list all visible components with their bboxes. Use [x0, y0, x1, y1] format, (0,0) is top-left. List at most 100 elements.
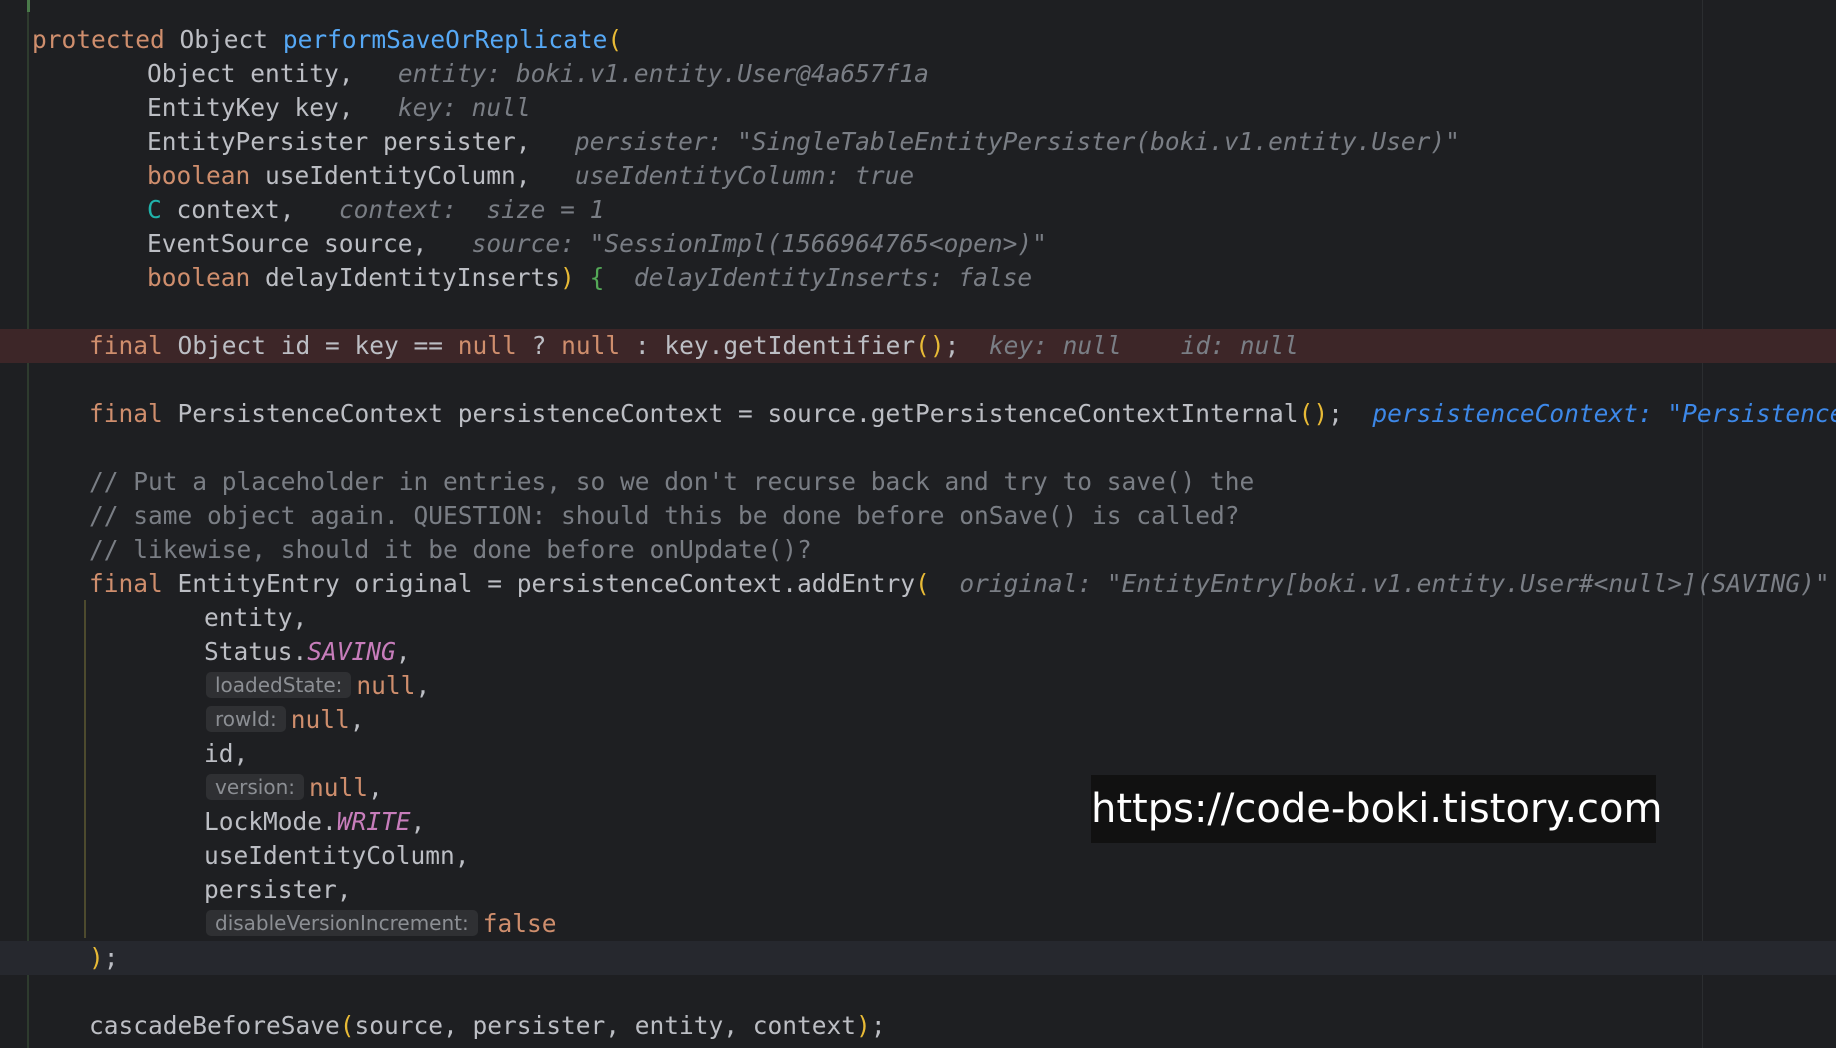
- comma: ,: [349, 705, 365, 734]
- code-comment-line: // same object again. QUESTION: should t…: [89, 501, 1240, 530]
- close-paren: ): [856, 1011, 871, 1040]
- comma: ,: [368, 773, 383, 802]
- code-line-arg-loaded-state[interactable]: loadedState: null,: [0, 669, 1836, 703]
- method-name: performSaveOrReplicate: [282, 25, 608, 54]
- param-name: key,: [294, 93, 354, 122]
- param-type: EventSource: [147, 229, 310, 258]
- param-type: EntityKey: [147, 93, 280, 122]
- code-line-breakpoint[interactable]: final Object id = key == null ? null : k…: [0, 329, 1836, 363]
- code-line-persistence-context[interactable]: final PersistenceContext persistenceCont…: [0, 397, 1836, 431]
- param-name: source,: [324, 229, 428, 258]
- semicolon: ;: [1328, 399, 1343, 428]
- code-line-arg-use-identity[interactable]: useIdentityColumn,: [0, 839, 1836, 873]
- keyword-false: false: [482, 909, 557, 938]
- keyword-protected: protected: [32, 25, 165, 54]
- comma: ,: [395, 637, 411, 666]
- debug-value-hint: id: null: [1180, 331, 1299, 360]
- keyword-null: null: [290, 705, 350, 734]
- enum-constant: WRITE: [336, 807, 411, 836]
- call-parens: (): [1298, 399, 1329, 428]
- debug-value-hint: persister: "SingleTableEntityPersister(b…: [574, 127, 1460, 156]
- param-type: Object: [147, 59, 236, 88]
- code-line-close-call[interactable]: );: [0, 941, 1836, 975]
- code-line-arg-id[interactable]: id,: [0, 737, 1836, 771]
- method-call: cascadeBeforeSave: [89, 1011, 340, 1040]
- code-line-arg-disable-version[interactable]: disableVersionIncrement: false: [0, 907, 1836, 941]
- debug-value-hint: original: "EntityEntry[boki.v1.entity.Us…: [959, 569, 1830, 598]
- debug-value-hint-highlighted: persistenceContext: "PersistenceCo: [1372, 399, 1836, 428]
- code-line-param-delay[interactable]: boolean delayIdentityInserts) { delayIde…: [0, 261, 1836, 295]
- param-name: persister,: [383, 127, 531, 156]
- open-paren: (: [339, 1011, 355, 1040]
- comma: ,: [415, 671, 431, 700]
- code-text: EntityEntry original = persistenceContex…: [177, 569, 916, 598]
- comma: ,: [410, 807, 426, 836]
- open-paren: (: [607, 25, 623, 54]
- code-line-signature[interactable]: protected Object performSaveOrReplicate(: [0, 23, 1836, 57]
- parameter-name-hint: loadedState:: [206, 672, 352, 698]
- code-line-arg-persister[interactable]: persister,: [0, 873, 1836, 907]
- arg-text: useIdentityColumn,: [204, 841, 470, 870]
- keyword-null: null: [356, 671, 416, 700]
- open-brace: {: [589, 263, 605, 292]
- debug-value-hint: key: null: [397, 93, 531, 122]
- arg-text: LockMode.: [204, 807, 337, 836]
- debug-value-hint: context: size = 1: [338, 195, 605, 224]
- param-name: useIdentityColumn,: [265, 161, 531, 190]
- parameter-name-hint: disableVersionIncrement:: [206, 910, 478, 936]
- code-line-arg-rowid[interactable]: rowId: null,: [0, 703, 1836, 737]
- call-args: source, persister, entity, context: [354, 1011, 857, 1040]
- code-line-arg-status[interactable]: Status.SAVING,: [0, 635, 1836, 669]
- close-paren: ): [89, 943, 104, 972]
- code-line-cascade[interactable]: cascadeBeforeSave(source, persister, ent…: [0, 1009, 1836, 1043]
- code-text: Object id = key ==: [177, 331, 458, 360]
- keyword-null: null: [309, 773, 369, 802]
- code-line-param-context[interactable]: C context, context: size = 1: [0, 193, 1836, 227]
- arg-text: persister,: [204, 875, 352, 904]
- code-editor[interactable]: protected Object performSaveOrReplicate(…: [0, 0, 1836, 1048]
- open-paren: (: [915, 569, 930, 598]
- keyword-null: null: [457, 331, 517, 360]
- keyword-final: final: [89, 331, 163, 360]
- code-text: ?: [516, 331, 562, 360]
- code-comment-line: // likewise, should it be done before on…: [89, 535, 812, 564]
- debug-value-hint: source: "SessionImpl(1566964765<open>)": [471, 229, 1047, 258]
- code-line-param-key[interactable]: EntityKey key, key: null: [0, 91, 1836, 125]
- arg-text: Status.: [204, 637, 308, 666]
- param-type: boolean: [147, 161, 251, 190]
- call-parens: (): [915, 331, 945, 360]
- code-line-arg-entity[interactable]: entity,: [0, 601, 1836, 635]
- code-text: : key.getIdentifier: [620, 331, 916, 360]
- param-type: boolean: [147, 263, 251, 292]
- debug-value-hint: entity: boki.v1.entity.User@4a657f1a: [397, 59, 929, 88]
- param-type: C: [147, 195, 162, 224]
- code-line-param-entity[interactable]: Object entity, entity: boki.v1.entity.Us…: [0, 57, 1836, 91]
- keyword-final: final: [89, 569, 163, 598]
- watermark-url: https://code-boki.tistory.com: [1091, 775, 1662, 843]
- param-name: delayIdentityInserts: [265, 263, 561, 292]
- keyword-final: final: [89, 399, 163, 428]
- parameter-name-hint: version:: [206, 774, 304, 800]
- semicolon: ;: [870, 1011, 886, 1040]
- param-name: context,: [176, 195, 295, 224]
- return-type: Object: [179, 25, 269, 54]
- param-name: entity,: [250, 59, 354, 88]
- param-type: EntityPersister: [147, 127, 369, 156]
- debug-value-hint: delayIdentityInserts: false: [633, 263, 1033, 292]
- debug-value-hint: useIdentityColumn: true: [574, 161, 915, 190]
- code-line-param-use-identity[interactable]: boolean useIdentityColumn, useIdentityCo…: [0, 159, 1836, 193]
- semicolon: ;: [944, 331, 960, 360]
- semicolon: ;: [103, 943, 119, 972]
- enum-constant: SAVING: [307, 637, 396, 666]
- parameter-name-hint: rowId:: [206, 706, 286, 732]
- keyword-null: null: [561, 331, 621, 360]
- code-comment-line: // Put a placeholder in entries, so we d…: [89, 467, 1255, 496]
- debug-value-hint: key: null: [988, 331, 1122, 360]
- code-line-param-source[interactable]: EventSource source, source: "SessionImpl…: [0, 227, 1836, 261]
- code-line-param-persister[interactable]: EntityPersister persister, persister: "S…: [0, 125, 1836, 159]
- code-text: PersistenceContext persistenceContext = …: [177, 399, 1299, 428]
- gutter-added-marker: [27, 0, 30, 12]
- code-line-entity-entry[interactable]: final EntityEntry original = persistence…: [0, 567, 1836, 601]
- arg-text: entity,: [204, 603, 308, 632]
- close-paren: ): [560, 263, 575, 292]
